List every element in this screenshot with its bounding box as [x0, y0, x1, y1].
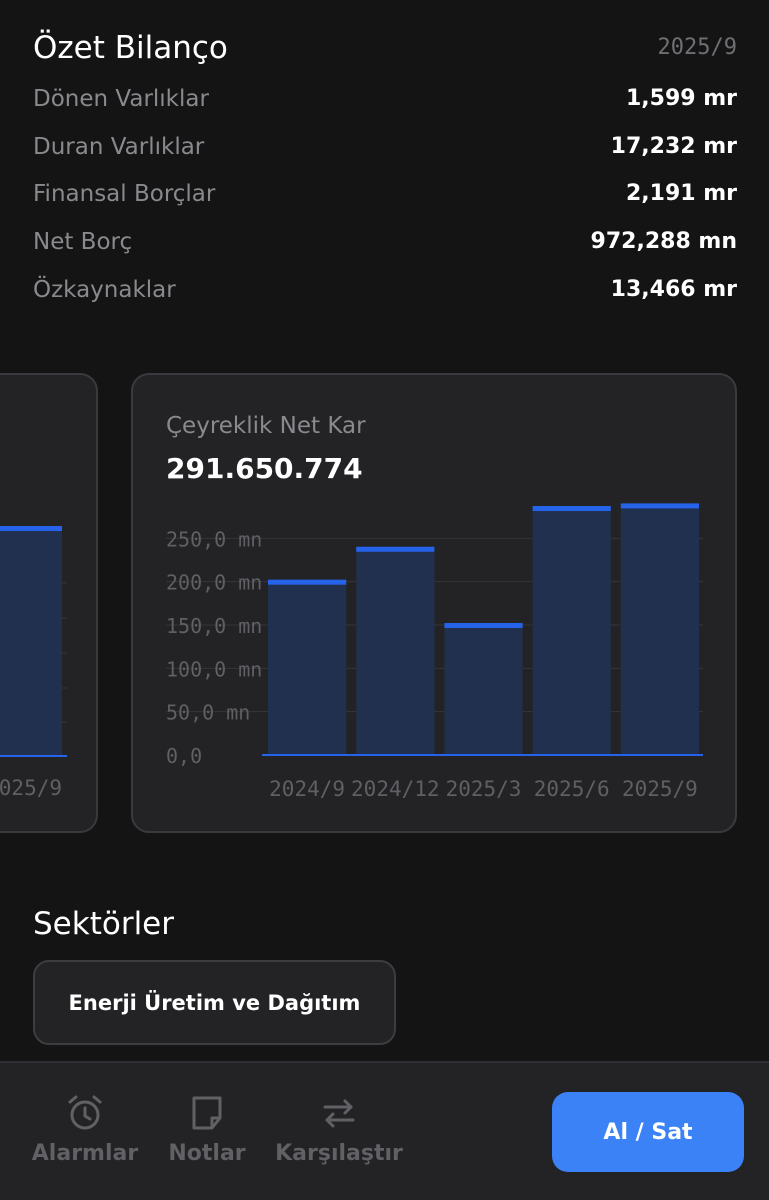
y-tick-label: 0,0 [166, 744, 202, 768]
balance-row-current-assets: Dönen Varlıklar 1,599 mr [33, 83, 737, 115]
balance-row-net-debt: Net Borç 972,288 mn [33, 226, 737, 258]
net-profit-bar-chart: 0,0 50,0 mn 100,0 mn 150,0 mn 200,0 mn 250,0 … [166, 503, 703, 801]
summary-title: Özet Bilanço [33, 30, 228, 66]
balance-value: 2,191 mr [625, 181, 737, 206]
y-tick-label: 250,0 mn [166, 527, 262, 551]
summary-period: 2025/9 [657, 35, 737, 60]
chart-bar-top [444, 623, 523, 628]
balance-label: Duran Varlıklar [33, 134, 205, 160]
balance-value: 13,466 mr [610, 277, 737, 302]
nav-alarms[interactable]: Alarmlar [31, 1093, 139, 1183]
x-tick-label: 2024/9 [269, 777, 345, 801]
x-tick-label: 2025/9 [622, 777, 698, 801]
chart-bar-top [268, 579, 347, 585]
balance-label: Finansal Borçlar [33, 181, 216, 207]
nav-compare-label: Karşılaştır [275, 1141, 403, 1166]
chart-bar-top [0, 526, 62, 531]
note-icon [192, 1096, 222, 1130]
previous-chart-card[interactable]: 2025/9 [0, 373, 98, 833]
chart-bar [444, 625, 523, 755]
chart-bar [0, 527, 62, 756]
y-tick-label: 50,0 mn [166, 701, 250, 725]
previous-chart: 2025/9 [0, 526, 67, 800]
sector-chip[interactable]: Enerji Üretim ve Dağıtım [33, 960, 396, 1045]
chart-bar [268, 581, 347, 755]
balance-label: Net Borç [33, 229, 133, 255]
balance-row-financial-debts: Finansal Borçlar 2,191 mr [33, 178, 737, 210]
y-tick-label: 200,0 mn [166, 571, 262, 595]
chart-bar-top [532, 506, 611, 511]
stock-detail-page: Özet Bilanço 2025/9 Dönen Varlıklar 1,59… [0, 0, 769, 1200]
y-tick-label: 100,0 mn [166, 657, 262, 681]
x-tick-label: 2025/9 [0, 776, 62, 800]
x-tick-label: 2025/6 [534, 777, 610, 801]
x-tick-label: 2025/3 [446, 777, 522, 801]
nav-notes-label: Notlar [168, 1141, 246, 1166]
alarm-clock-icon [68, 1095, 102, 1130]
balance-value: 17,232 mr [610, 134, 737, 159]
balance-label: Özkaynaklar [33, 277, 176, 303]
chart-bar [532, 508, 611, 755]
buy-sell-button[interactable]: Al / Sat [552, 1092, 744, 1172]
x-tick-label: 2024/12 [351, 777, 440, 801]
balance-row-equity: Özkaynaklar 13,466 mr [33, 274, 737, 306]
chart-bar-top [620, 503, 699, 509]
balance-row-fixed-assets: Duran Varlıklar 17,232 mr [33, 131, 737, 163]
bottom-action-bar: Alarmlar Notlar Karşılaştır Al / Sat [0, 1061, 769, 1200]
nav-notes[interactable]: Notlar [167, 1093, 247, 1183]
chart-bar-top [356, 546, 435, 552]
y-tick-label: 150,0 mn [166, 614, 262, 638]
swap-arrows-icon [323, 1099, 355, 1128]
chart-bar [620, 505, 699, 755]
chart-bar [356, 548, 435, 755]
summary-header: Özet Bilanço 2025/9 [33, 26, 737, 70]
sectors-title: Sektörler [33, 906, 174, 942]
balance-value: 972,288 mn [590, 229, 737, 254]
balance-value: 1,599 mr [625, 86, 737, 111]
nav-compare[interactable]: Karşılaştır [275, 1093, 403, 1183]
nav-alarms-label: Alarmlar [31, 1141, 139, 1166]
quarterly-net-profit-card[interactable]: Çeyreklik Net Kar 291.650.774 0,0 50,0 mn… [131, 373, 737, 833]
balance-label: Dönen Varlıklar [33, 86, 209, 112]
